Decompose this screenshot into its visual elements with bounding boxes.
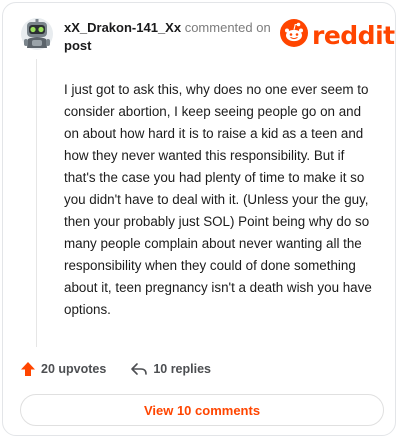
comment-header: xX_Drakon-141_Xx commented on post	[64, 19, 284, 55]
replies-count: 10 replies	[153, 362, 211, 376]
upvote-arrow-icon	[20, 361, 36, 377]
upvote-button[interactable]: 20 upvotes	[20, 361, 106, 377]
reddit-wordmark: reddit	[312, 20, 395, 50]
view-comments-button[interactable]: View 10 comments	[20, 394, 384, 426]
reply-arrow-icon	[130, 361, 148, 377]
post-link[interactable]: post	[64, 37, 284, 55]
replies-button[interactable]: 10 replies	[130, 361, 211, 377]
upvote-count: 20 upvotes	[41, 362, 107, 376]
comment-actions: 20 upvotes 10 replies	[20, 361, 211, 377]
username[interactable]: xX_Drakon-141_Xx	[64, 20, 181, 35]
avatar[interactable]	[20, 17, 54, 51]
commented-on-text: commented on	[184, 20, 271, 35]
reddit-logo[interactable]: reddit	[280, 19, 395, 52]
reddit-alien-icon	[280, 19, 308, 52]
thread-line	[36, 59, 37, 347]
comment-body: I just got to ask this, why does no one …	[64, 82, 372, 317]
comment-card: xX_Drakon-141_Xx commented on post reddi…	[2, 2, 396, 436]
